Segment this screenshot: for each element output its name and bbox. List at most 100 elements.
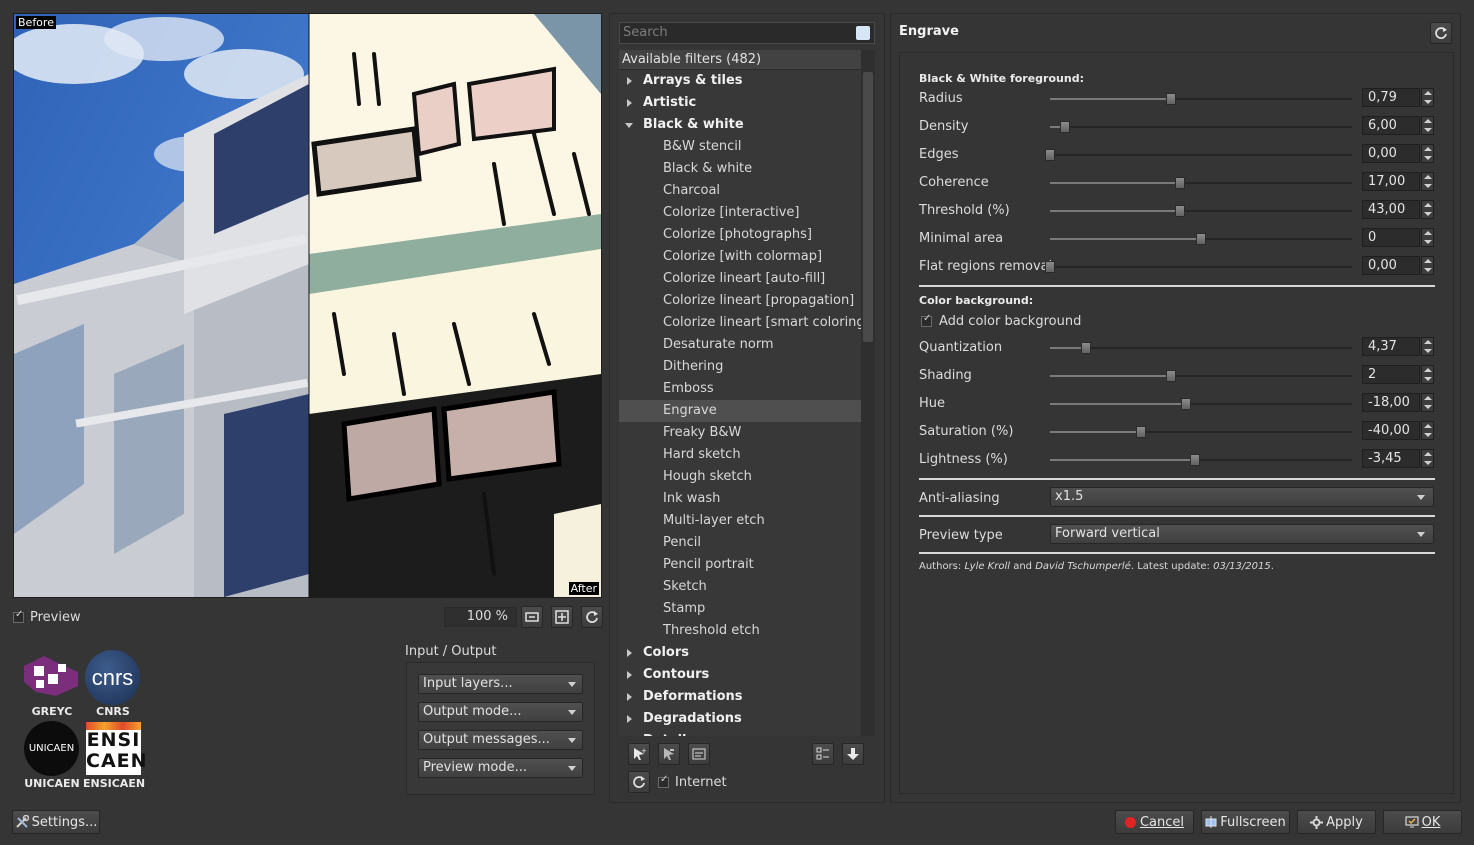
filter-item[interactable]: Pencil portrait (619, 554, 871, 576)
filter-item[interactable]: Colorize lineart [propagation] (619, 290, 871, 312)
expand-right-icon[interactable] (627, 671, 632, 679)
filter-item[interactable]: Colorize lineart [auto-fill] (619, 268, 871, 290)
spin-arrows-icon[interactable] (1421, 256, 1434, 275)
input-layers-combo[interactable]: Input layers... (418, 674, 583, 694)
filter-item[interactable]: Sketch (619, 576, 871, 598)
parameter-spinbox[interactable]: 17,00 (1362, 172, 1420, 191)
slider-handle[interactable] (1045, 261, 1055, 273)
add-color-background-toggle[interactable]: Add color background (921, 313, 1081, 329)
filter-category[interactable]: Deformations (619, 686, 871, 708)
filter-item[interactable]: Pencil (619, 532, 871, 554)
expand-right-icon[interactable] (627, 715, 632, 723)
filter-item[interactable]: Dithering (619, 356, 871, 378)
filter-item[interactable]: Hard sketch (619, 444, 871, 466)
filter-category[interactable]: Artistic (619, 92, 871, 114)
spin-arrows-icon[interactable] (1421, 449, 1434, 468)
search-input[interactable]: Search (619, 22, 875, 44)
parameter-spinbox[interactable]: 0,00 (1362, 256, 1420, 275)
add-fave-button[interactable]: + (628, 743, 650, 765)
toggle-visibility-button[interactable] (812, 743, 834, 765)
parameter-slider[interactable] (1050, 454, 1352, 466)
filter-item[interactable]: Emboss (619, 378, 871, 400)
spin-arrows-icon[interactable] (1421, 337, 1434, 356)
reset-zoom-button[interactable] (581, 606, 603, 628)
internet-toggle[interactable]: Internet (658, 774, 727, 790)
filter-category[interactable]: Arrays & tiles (619, 70, 871, 92)
parameter-spinbox[interactable]: 0,79 (1362, 88, 1420, 107)
preview-mode-combo[interactable]: Preview mode... (418, 758, 583, 778)
filter-item[interactable]: Threshold etch (619, 620, 871, 642)
preview-type-combo[interactable]: Forward vertical (1050, 524, 1434, 544)
filter-tree[interactable]: Available filters (482) Arrays & tiles Ar… (619, 50, 871, 736)
filter-item[interactable]: Colorize lineart [smart coloring] (619, 312, 871, 334)
update-filters-button[interactable] (628, 771, 650, 793)
scrollbar-thumb[interactable] (863, 72, 873, 342)
expand-down-icon[interactable] (625, 123, 633, 128)
slider-handle[interactable] (1060, 121, 1071, 133)
preview-toggle[interactable]: Preview (13, 609, 81, 625)
settings-button[interactable]: Settings... (12, 810, 100, 834)
slider-handle[interactable] (1196, 233, 1206, 245)
parameter-slider[interactable] (1050, 426, 1352, 438)
parameter-slider[interactable] (1045, 149, 1352, 161)
parameter-slider[interactable] (1050, 398, 1352, 410)
anti-aliasing-combo[interactable]: x1.5 (1050, 487, 1434, 507)
slider-handle[interactable] (1180, 398, 1191, 410)
preview-image[interactable]: Before After (13, 13, 602, 598)
slider-handle[interactable] (1165, 370, 1176, 382)
parameter-spinbox[interactable]: 4,37 (1362, 337, 1420, 356)
rename-fave-button[interactable] (688, 743, 710, 765)
parameter-slider[interactable] (1050, 233, 1352, 245)
parameter-spinbox[interactable]: 2 (1362, 365, 1420, 384)
slider-handle[interactable] (1165, 93, 1176, 105)
spin-arrows-icon[interactable] (1421, 393, 1434, 412)
parameter-slider[interactable] (1050, 121, 1352, 133)
internet-checkbox[interactable] (658, 774, 669, 788)
fullscreen-button[interactable]: Fullscreen (1201, 810, 1290, 834)
expand-right-icon[interactable] (627, 649, 632, 657)
parameter-spinbox[interactable]: 0 (1362, 228, 1420, 247)
zoom-out-button[interactable] (521, 606, 543, 628)
filter-category[interactable]: Contours (619, 664, 871, 686)
zoom-field[interactable]: 100 % (444, 607, 517, 627)
filter-category[interactable]: Degradations (619, 708, 871, 730)
filter-item[interactable]: Engrave (619, 400, 871, 422)
slider-handle[interactable] (1081, 342, 1092, 354)
slider-handle[interactable] (1189, 454, 1200, 466)
expand-right-icon[interactable] (627, 693, 632, 701)
spin-arrows-icon[interactable] (1421, 172, 1434, 191)
parameter-slider[interactable] (1050, 370, 1352, 382)
zoom-in-button[interactable] (551, 606, 573, 628)
parameter-spinbox[interactable]: -40,00 (1362, 421, 1420, 440)
output-messages-combo[interactable]: Output messages... (418, 730, 583, 750)
filter-item[interactable]: Freaky B&W (619, 422, 871, 444)
parameter-spinbox[interactable]: 6,00 (1362, 116, 1420, 135)
spin-arrows-icon[interactable] (1421, 365, 1434, 384)
cancel-button[interactable]: Cancel (1115, 810, 1194, 834)
filter-item[interactable]: Ink wash (619, 488, 871, 510)
spin-arrows-icon[interactable] (1421, 144, 1434, 163)
parameter-spinbox[interactable]: -18,00 (1362, 393, 1420, 412)
filter-category[interactable]: Black & white (619, 114, 871, 136)
filter-item[interactable]: Charcoal (619, 180, 871, 202)
reset-parameters-button[interactable] (1430, 22, 1452, 44)
filter-tree-scrollbar[interactable] (861, 50, 875, 736)
output-mode-combo[interactable]: Output mode... (418, 702, 583, 722)
ok-button[interactable]: OK (1383, 810, 1462, 834)
parameter-slider[interactable] (1045, 261, 1352, 273)
parameter-spinbox[interactable]: -3,45 (1362, 449, 1420, 468)
filter-item[interactable]: B&W stencil (619, 136, 871, 158)
expand-right-icon[interactable] (627, 77, 632, 85)
filter-item[interactable]: Colorize [photographs] (619, 224, 871, 246)
expand-right-icon[interactable] (627, 99, 632, 107)
preview-checkbox[interactable] (13, 609, 24, 623)
filter-item[interactable]: Colorize [with colormap] (619, 246, 871, 268)
spin-arrows-icon[interactable] (1421, 116, 1434, 135)
add-color-background-checkbox[interactable] (921, 313, 932, 327)
parameter-slider[interactable] (1050, 342, 1352, 354)
parameter-spinbox[interactable]: 43,00 (1362, 200, 1420, 219)
slider-handle[interactable] (1045, 149, 1055, 161)
filter-item[interactable]: Colorize [interactive] (619, 202, 871, 224)
parameter-slider[interactable] (1050, 93, 1352, 105)
spin-arrows-icon[interactable] (1421, 228, 1434, 247)
